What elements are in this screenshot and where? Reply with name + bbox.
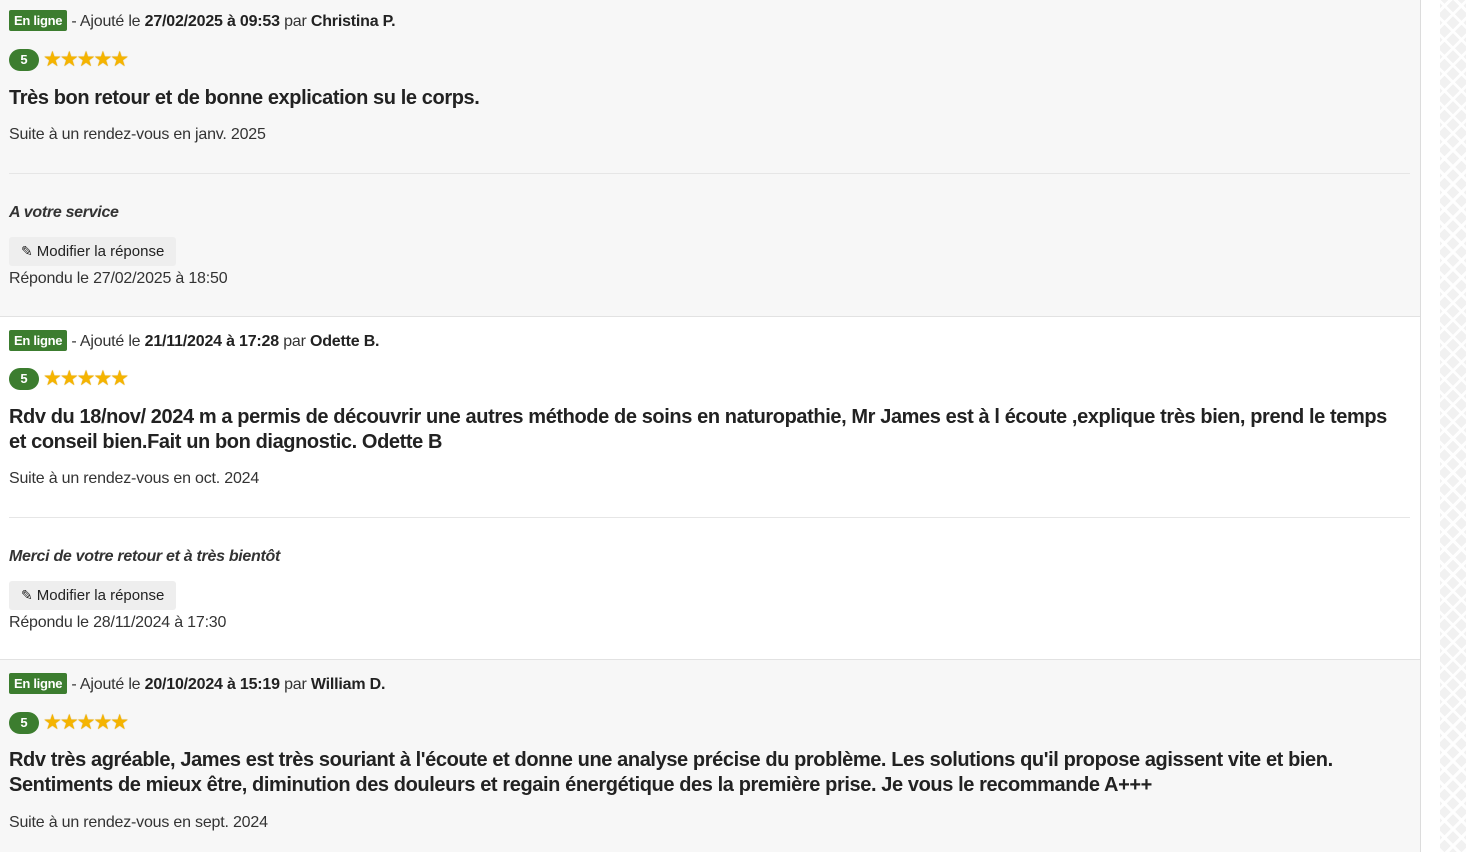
- status-badge: En ligne: [9, 673, 68, 694]
- review-author: Odette B.: [309, 333, 380, 350]
- divider: [9, 173, 1410, 174]
- rating-badge: 5: [9, 712, 39, 734]
- visit-info: Suite à un rendez-vous en janv. 2025: [9, 126, 266, 143]
- edit-icon: ✎: [21, 243, 33, 259]
- visit-info: Suite à un rendez-vous en sept. 2024: [9, 814, 268, 831]
- divider: [9, 517, 1410, 518]
- by-label: par: [284, 13, 307, 30]
- review-date: 27/02/2025 à 09:53: [144, 13, 280, 30]
- by-label: par: [283, 333, 306, 350]
- star-icon: ★★★★★: [43, 48, 129, 71]
- edit-icon: ✎: [21, 587, 33, 603]
- edit-reply-button[interactable]: ✎ Modifier la réponse: [9, 237, 177, 266]
- review-meta: En ligne - Ajouté le 20/10/2024 à 15:19 …: [9, 673, 385, 694]
- reply-text: Merci de votre retour et à très bientôt: [9, 548, 281, 565]
- status-badge: En ligne: [9, 10, 68, 31]
- review-date: 21/11/2024 à 17:28: [144, 333, 280, 350]
- edit-reply-label: Modifier la réponse: [36, 243, 165, 260]
- review-card: En ligne - Ajouté le 21/11/2024 à 17:28 …: [0, 316, 1420, 659]
- review-author: William D.: [310, 676, 386, 693]
- status-badge: En ligne: [9, 330, 68, 351]
- reviews-list: En ligne - Ajouté le 27/02/2025 à 09:53 …: [0, 0, 1421, 852]
- review-card: En ligne - Ajouté le 20/10/2024 à 15:19 …: [0, 659, 1420, 852]
- rating: 5 ★★★★★: [9, 711, 129, 734]
- review-card: En ligne - Ajouté le 27/02/2025 à 09:53 …: [0, 0, 1420, 316]
- review-title: Très bon retour et de bonne explication …: [9, 87, 480, 109]
- reply-text: A votre service: [9, 204, 119, 221]
- by-label: par: [284, 676, 307, 693]
- rating-badge: 5: [9, 368, 39, 390]
- added-prefix: - Ajouté le: [71, 676, 141, 693]
- replied-date: Répondu le 27/02/2025 à 18:50: [9, 270, 228, 287]
- star-icon: ★★★★★: [43, 711, 129, 734]
- visit-info: Suite à un rendez-vous en oct. 2024: [9, 470, 260, 487]
- review-meta: En ligne - Ajouté le 27/02/2025 à 09:53 …: [9, 10, 396, 31]
- edit-reply-label: Modifier la réponse: [36, 587, 165, 604]
- decorative-pattern: [1440, 0, 1466, 852]
- replied-date: Répondu le 28/11/2024 à 17:30: [9, 614, 227, 631]
- review-author: Christina P.: [310, 13, 396, 30]
- rating-badge: 5: [9, 49, 39, 71]
- rating: 5 ★★★★★: [9, 48, 129, 71]
- rating: 5 ★★★★★: [9, 367, 129, 390]
- review-date: 20/10/2024 à 15:19: [144, 676, 280, 693]
- review-title: Rdv du 18/nov/ 2024 m a permis de découv…: [9, 406, 1387, 453]
- added-prefix: - Ajouté le: [71, 13, 141, 30]
- review-title: Rdv très agréable, James est très souria…: [9, 749, 1333, 796]
- star-icon: ★★★★★: [43, 367, 129, 390]
- review-meta: En ligne - Ajouté le 21/11/2024 à 17:28 …: [9, 330, 380, 351]
- added-prefix: - Ajouté le: [71, 333, 141, 350]
- edit-reply-button[interactable]: ✎ Modifier la réponse: [9, 581, 177, 610]
